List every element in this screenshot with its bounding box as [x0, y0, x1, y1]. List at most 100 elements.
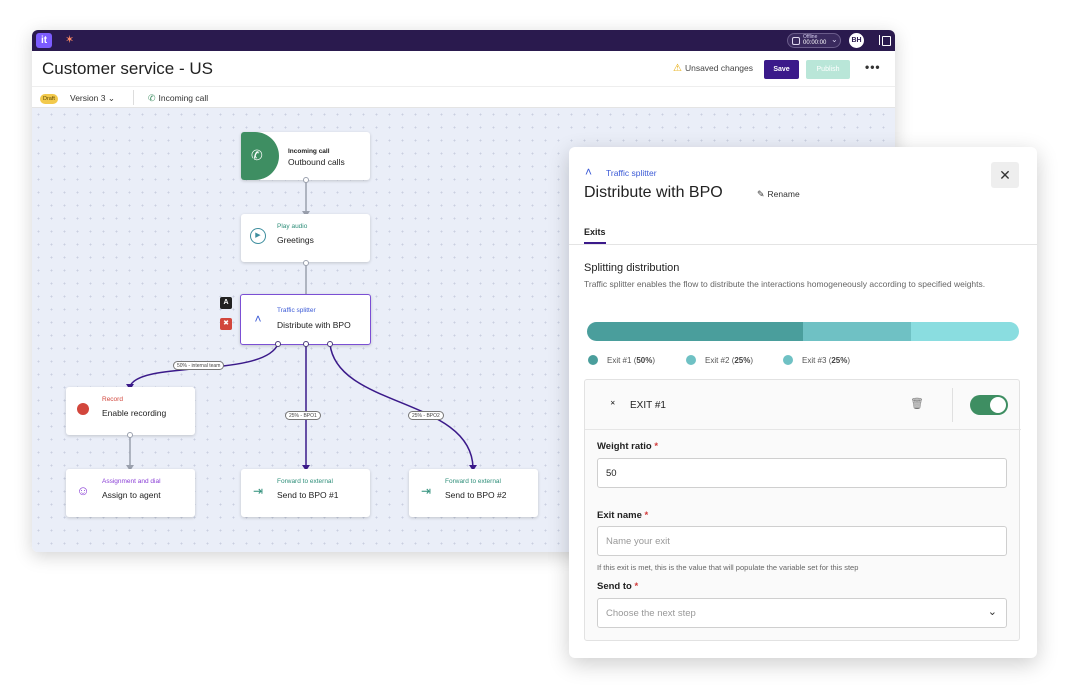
trash-icon[interactable]: 🗑: [910, 397, 924, 410]
record-icon: [75, 401, 91, 417]
edge-label-internal[interactable]: 50% - internal team: [173, 361, 225, 370]
exit-name-input[interactable]: [597, 526, 1007, 556]
pencil-icon: ✎: [757, 189, 765, 199]
draft-badge: Draft: [40, 94, 58, 104]
exit-title: EXIT #1: [630, 400, 666, 411]
tab-exits[interactable]: Exits: [584, 227, 606, 237]
forward-icon: ⇥: [252, 484, 264, 498]
legend-pct: 25%: [734, 356, 751, 365]
edge-label-bpo1[interactable]: 25% - BPO1: [285, 411, 321, 420]
side-panel-icon[interactable]: [879, 35, 891, 46]
node-label: Greetings: [277, 235, 314, 245]
more-options-icon[interactable]: •••: [865, 60, 881, 74]
weight-label: Weight ratio *: [597, 441, 659, 452]
close-icon[interactable]: ✕: [991, 162, 1019, 188]
status-timer: 00:00:00: [803, 40, 827, 46]
node-label: Distribute with BPO: [277, 320, 351, 330]
page-header: Customer service - US ⚠ Unsaved changes S…: [32, 51, 895, 86]
step-type: Traffic splitter: [606, 168, 657, 178]
agent-icon: ☺: [76, 483, 90, 498]
node-port-exit2[interactable]: [303, 341, 309, 347]
exit-enabled-toggle[interactable]: [970, 395, 1008, 415]
flow-subheader: Draft Version 3 ⌄ ✆ Incoming call: [32, 86, 895, 108]
node-port[interactable]: [303, 177, 309, 183]
incoming-call-icon-blob: ✆: [241, 132, 279, 180]
chevron-down-icon: ⌄: [987, 606, 997, 618]
distribution-segment-exit1: [587, 322, 803, 341]
node-traffic-splitter[interactable]: ˄ Traffic splitter Distribute with BPO: [240, 294, 371, 345]
node-play-audio[interactable]: ▶ Play audio Greetings: [241, 214, 370, 262]
rename-label: Rename: [767, 189, 800, 199]
legend-dot: [783, 355, 793, 365]
step-title: Distribute with BPO: [584, 184, 723, 201]
node-forward-bpo2[interactable]: ⇥ Forward to external Send to BPO #2: [409, 469, 538, 517]
send-to-placeholder: Choose the next step: [606, 608, 696, 619]
exit-card: ⌄⌃ EXIT #1 🗑 Weight ratio * Exit name * …: [584, 379, 1021, 641]
legend-name: Exit #1: [607, 356, 632, 365]
warning-icon: ⚠: [673, 63, 682, 74]
forward-icon: ⇥: [420, 484, 432, 498]
distribution-segment-exit2: [803, 322, 911, 341]
version-label: Version 3: [70, 93, 106, 103]
legend-dot: [686, 355, 696, 365]
node-port-exit1[interactable]: [275, 341, 281, 347]
node-assignment[interactable]: ☺ Assignment and dial Assign to agent: [66, 469, 195, 517]
legend-name: Exit #2: [705, 356, 730, 365]
phone-incoming-icon: ✆: [148, 93, 156, 103]
save-button[interactable]: Save: [764, 60, 799, 79]
delete-node-icon[interactable]: ✖: [220, 318, 232, 330]
node-port[interactable]: [303, 260, 309, 266]
edge-label-bpo2[interactable]: 25% - BPO2: [408, 411, 444, 420]
step-detail-panel: ˄ Traffic splitter Distribute with BPO ✎…: [569, 147, 1037, 658]
node-type: Assignment and dial: [102, 478, 161, 485]
distribution-bar: [587, 322, 1019, 341]
node-label: Assign to agent: [102, 490, 161, 500]
collapse-icon[interactable]: ⌄ ⌃: [609, 396, 617, 411]
app-logo[interactable]: it: [36, 33, 52, 48]
legend-name: Exit #3: [802, 356, 827, 365]
exit-name-help: If this exit is met, this is the value t…: [597, 563, 859, 572]
node-type: Forward to external: [277, 478, 333, 485]
node-label-button[interactable]: A: [220, 297, 232, 309]
divider: [133, 90, 134, 105]
node-type: Traffic splitter: [277, 307, 316, 314]
section-title: Splitting distribution: [584, 262, 680, 274]
node-label: Send to BPO #1: [277, 490, 339, 500]
page-title: Customer service - US: [42, 59, 213, 78]
tab-divider: [569, 244, 1037, 245]
legend-pct: 25%: [831, 356, 848, 365]
chevron-down-icon: ⌄: [831, 35, 838, 44]
legend-dot: [588, 355, 598, 365]
flame-icon[interactable]: ✶: [65, 33, 74, 46]
chevron-down-icon: ⌄: [107, 93, 115, 103]
section-description: Traffic splitter enables the flow to dis…: [584, 279, 986, 289]
node-port-exit3[interactable]: [327, 341, 333, 347]
node-type: Forward to external: [445, 478, 501, 485]
exit-header[interactable]: ⌄ ⌃ EXIT #1 🗑: [585, 380, 1021, 430]
node-incoming-call[interactable]: ✆ Incoming call Outbound calls: [241, 132, 370, 180]
exit-name-label: Exit name *: [597, 510, 649, 521]
node-type: Record: [102, 396, 123, 403]
splitter-icon: ˄: [585, 165, 593, 179]
publish-button[interactable]: Publish: [806, 60, 850, 79]
user-avatar[interactable]: BH: [849, 33, 864, 48]
edge-splitter-fwd2: [329, 343, 474, 469]
node-port[interactable]: [127, 432, 133, 438]
agent-status-selector[interactable]: Offline 00:00:00 ⌄: [787, 33, 841, 48]
legend-exit2: Exit #2 (25%): [686, 355, 753, 365]
node-type: Play audio: [277, 223, 308, 230]
status-icon: [792, 37, 800, 45]
legend-exit3: Exit #3 (25%): [783, 355, 850, 365]
node-forward-bpo1[interactable]: ⇥ Forward to external Send to BPO #1: [241, 469, 370, 517]
node-record[interactable]: Record Enable recording: [66, 387, 195, 435]
trigger-indicator[interactable]: ✆ Incoming call: [148, 93, 208, 104]
send-to-select[interactable]: Choose the next step ⌄: [597, 598, 1007, 628]
rename-button[interactable]: ✎ Rename: [757, 189, 800, 200]
top-bar: it ✶ Offline 00:00:00 ⌄ BH: [32, 30, 895, 51]
unsaved-text: Unsaved changes: [684, 63, 754, 73]
weight-ratio-input[interactable]: [597, 458, 1007, 488]
legend-exit1: Exit #1 (50%): [588, 355, 655, 365]
send-to-label: Send to *: [597, 581, 639, 592]
version-selector[interactable]: Version 3 ⌄: [70, 93, 115, 104]
node-label: Enable recording: [102, 408, 167, 418]
